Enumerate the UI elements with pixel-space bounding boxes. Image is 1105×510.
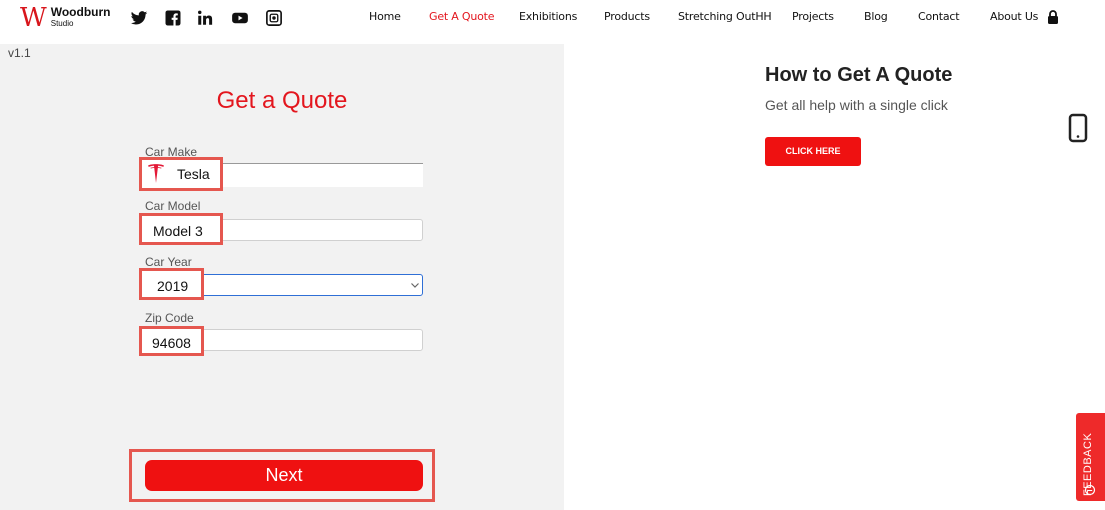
version-label: v1.1 xyxy=(8,46,31,60)
chevron-down-icon[interactable] xyxy=(410,280,420,290)
click-here-button[interactable]: CLICK HERE xyxy=(765,137,861,166)
site-header: W Woodburn Studio Home Get A Quote Exhib… xyxy=(0,0,1105,36)
brand-sub: Studio xyxy=(50,19,74,28)
logo-mark: W xyxy=(20,3,47,33)
car-model-label: Car Model xyxy=(145,199,201,213)
next-button[interactable]: Next xyxy=(145,460,423,491)
car-year-value: 2019 xyxy=(157,278,189,294)
nav-exhibitions[interactable]: Exhibitions xyxy=(519,10,577,23)
mobile-phone-icon[interactable] xyxy=(1068,113,1088,143)
nav-stretching-outhh[interactable]: Stretching OutHH xyxy=(678,10,772,23)
brand-name: Woodburn xyxy=(50,5,111,19)
car-make-value: Tesla xyxy=(177,166,210,182)
brand-logo[interactable]: W Woodburn Studio xyxy=(20,4,111,32)
instagram-icon[interactable] xyxy=(265,9,283,27)
car-year-selection[interactable]: 2019 xyxy=(139,268,204,300)
linkedin-icon[interactable] xyxy=(196,9,214,27)
help-title: How to Get A Quote xyxy=(765,64,953,86)
nav-projects[interactable]: Projects xyxy=(792,10,834,23)
zip-code-label: Zip Code xyxy=(145,311,194,325)
car-model-selection[interactable]: Model 3 xyxy=(139,213,223,245)
lock-icon[interactable] xyxy=(1047,10,1059,24)
tesla-logo-icon xyxy=(148,164,164,183)
feedback-label: FEEDBACK xyxy=(1082,432,1094,496)
nav-blog[interactable]: Blog xyxy=(864,10,888,23)
car-make-selection[interactable]: Tesla xyxy=(139,157,223,191)
youtube-icon[interactable] xyxy=(231,9,249,27)
twitter-icon[interactable] xyxy=(130,9,148,27)
facebook-icon[interactable] xyxy=(164,9,182,27)
zip-code-value: 94608 xyxy=(152,335,191,351)
nav-contact[interactable]: Contact xyxy=(918,10,960,23)
nav-products[interactable]: Products xyxy=(604,10,650,23)
help-subtitle: Get all help with a single click xyxy=(765,97,948,113)
car-model-value: Model 3 xyxy=(153,223,203,239)
nav-get-a-quote[interactable]: Get A Quote xyxy=(429,10,495,23)
car-year-label: Car Year xyxy=(145,255,192,269)
zip-code-selection[interactable]: 94608 xyxy=(139,326,204,356)
nav-home[interactable]: Home xyxy=(369,10,401,23)
nav-about-us[interactable]: About Us xyxy=(990,10,1038,23)
form-title: Get a Quote xyxy=(216,87,348,114)
